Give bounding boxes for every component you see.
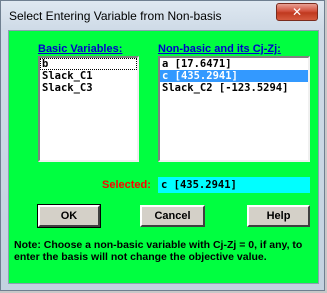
list-item[interactable]: Slack_C1 xyxy=(40,70,137,82)
note-text: Note: Choose a non-basic variable with C… xyxy=(14,239,303,263)
list-item-selected[interactable]: c [435.2941] xyxy=(160,70,308,82)
selected-label: Selected: xyxy=(102,179,151,191)
dialog-window: Select Entering Variable from Non-basis … xyxy=(0,0,325,291)
list-item[interactable]: Slack_C3 xyxy=(40,82,137,94)
window-title: Select Entering Variable from Non-basis xyxy=(9,9,222,23)
selected-value: c [435.2941] xyxy=(158,177,310,193)
help-button[interactable]: Help xyxy=(247,205,310,227)
basic-variables-list[interactable]: b Slack_C1 Slack_C3 xyxy=(38,56,139,162)
dialog-body: Basic Variables: b Slack_C1 Slack_C3 Non… xyxy=(8,30,319,284)
close-button[interactable]: ✕ xyxy=(276,3,318,21)
title-bar[interactable]: Select Entering Variable from Non-basis … xyxy=(1,1,324,29)
ok-button[interactable]: OK xyxy=(37,204,101,228)
nonbasic-list[interactable]: a [17.6471] c [435.2941] Slack_C2 [-123.… xyxy=(158,56,310,162)
nonbasic-label: Non-basic and its Cj-Zj: xyxy=(158,43,281,55)
cancel-button[interactable]: Cancel xyxy=(140,205,205,227)
list-item[interactable]: Slack_C2 [-123.5294] xyxy=(160,82,308,94)
basic-variables-label: Basic Variables: xyxy=(38,43,123,55)
list-item[interactable]: b xyxy=(40,58,137,70)
close-icon: ✕ xyxy=(291,5,303,19)
list-item[interactable]: a [17.6471] xyxy=(160,58,308,70)
